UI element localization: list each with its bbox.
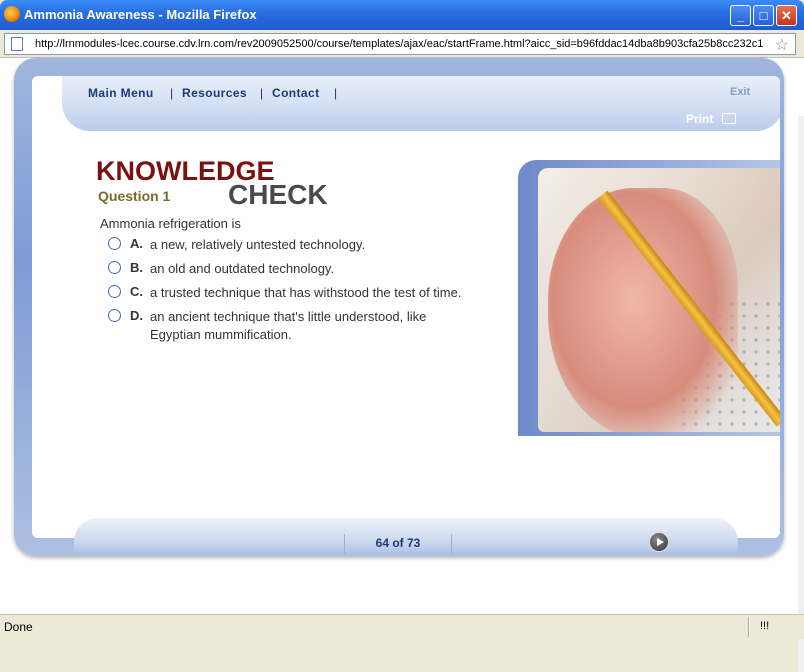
course-content: Main Menu | Resources | Contact | Exit P… (32, 76, 780, 538)
pencil-hand-photo (538, 168, 780, 432)
page-icon (11, 37, 23, 51)
maximize-button[interactable]: □ (753, 5, 774, 26)
exit-link[interactable]: Exit (730, 86, 750, 98)
answer-text[interactable]: a new, relatively untested technology. (150, 236, 480, 254)
contact-link[interactable]: Contact (272, 86, 319, 100)
close-button[interactable]: ✕ (776, 5, 797, 26)
window-title: Ammonia Awareness - Mozilla Firefox (24, 7, 257, 22)
url-text[interactable]: http://lrnmodules-lcec.course.cdv.lrn.co… (35, 38, 769, 50)
minimize-button[interactable]: _ (730, 5, 751, 26)
course-frame: Main Menu | Resources | Contact | Exit P… (14, 58, 784, 556)
answer-text[interactable]: an ancient technique that's little under… (150, 308, 480, 344)
answer-letter: B. (130, 260, 143, 275)
scrollbar[interactable] (798, 116, 804, 672)
check-heading: CHECK (228, 179, 328, 210)
resources-link[interactable]: Resources (182, 86, 247, 100)
window-titlebar: Ammonia Awareness - Mozilla Firefox _ □ … (0, 0, 804, 30)
question-number: Question 1 (98, 188, 171, 204)
url-field[interactable]: http://lrnmodules-lcec.course.cdv.lrn.co… (4, 33, 796, 55)
hand-graphic (548, 188, 738, 432)
main-menu-link[interactable]: Main Menu (88, 86, 154, 100)
photo-frame (518, 160, 780, 436)
nav-separator: | (334, 86, 338, 100)
answer-text[interactable]: a trusted technique that has withstood t… (150, 284, 480, 302)
print-link[interactable]: Print (686, 112, 713, 126)
status-indicator: !!! (760, 620, 770, 632)
radio-button[interactable] (108, 285, 121, 298)
answer-letter: A. (130, 236, 143, 251)
radio-button[interactable] (108, 237, 121, 250)
status-text: Done (4, 620, 33, 634)
status-divider (748, 617, 750, 637)
question-prompt: Ammonia refrigeration is (100, 216, 241, 231)
nav-separator: | (170, 86, 174, 100)
radio-button[interactable] (108, 261, 121, 274)
printer-icon[interactable] (722, 113, 736, 124)
page-counter: 64 of 73 (344, 534, 452, 554)
status-bar: Done !!! (0, 614, 804, 639)
page-viewport: Main Menu | Resources | Contact | Exit P… (0, 58, 804, 672)
next-page-button[interactable] (649, 532, 669, 552)
nav-separator: | (260, 86, 264, 100)
address-bar: http://lrnmodules-lcec.course.cdv.lrn.co… (0, 30, 804, 58)
answer-text[interactable]: an old and outdated technology. (150, 260, 480, 278)
answer-letter: D. (130, 308, 143, 323)
answer-letter: C. (130, 284, 143, 299)
course-nav-bar: Main Menu | Resources | Contact | (62, 76, 780, 131)
firefox-icon (4, 6, 20, 22)
radio-button[interactable] (108, 309, 121, 322)
bookmark-star-icon[interactable]: ☆ (775, 35, 789, 55)
